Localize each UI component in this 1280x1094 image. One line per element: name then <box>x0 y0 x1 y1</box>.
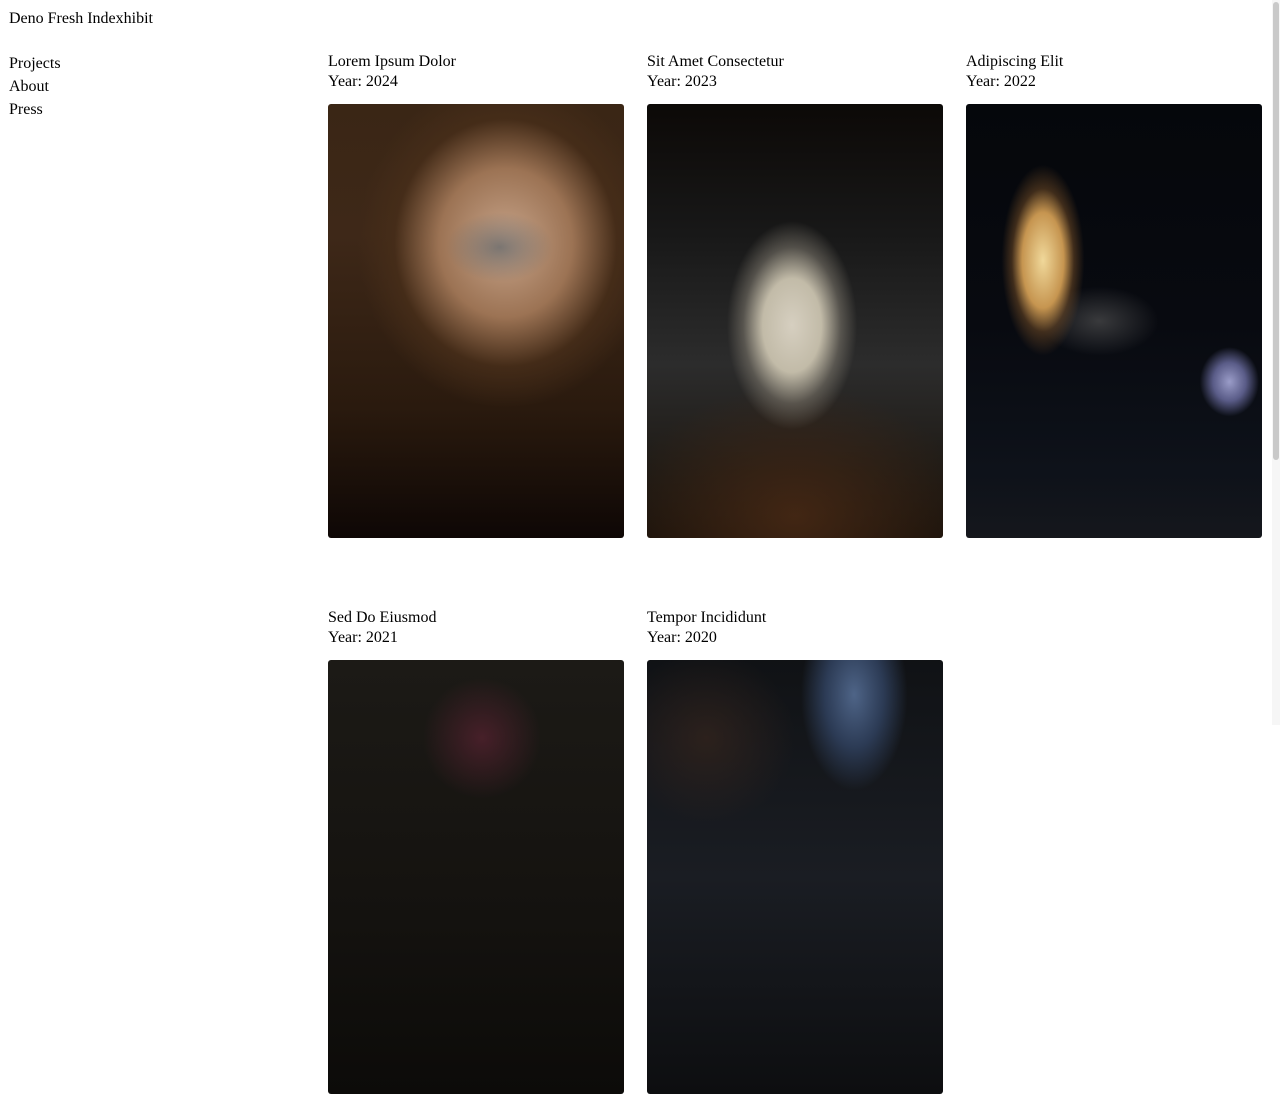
project-year: Year: 2024 <box>328 73 398 90</box>
project-thumbnail[interactable] <box>647 104 943 538</box>
project-card[interactable]: Sed Do Eiusmod Year: 2021 <box>328 608 624 1094</box>
project-title: Sit Amet Consectetur <box>647 53 784 70</box>
project-year: Year: 2022 <box>966 73 1036 90</box>
project-card[interactable]: Sit Amet Consectetur Year: 2023 <box>647 52 943 538</box>
project-card[interactable]: Lorem Ipsum Dolor Year: 2024 <box>328 52 624 538</box>
site-title-link[interactable]: Deno Fresh Indexhibit <box>9 9 153 29</box>
vertical-scrollbar[interactable] <box>1272 0 1280 725</box>
project-card[interactable]: Tempor Incididunt Year: 2020 <box>647 608 943 1094</box>
project-year: Year: 2020 <box>647 629 717 646</box>
nav-item-projects[interactable]: Projects <box>9 52 61 75</box>
project-thumbnail[interactable] <box>328 104 624 538</box>
nav-item-press[interactable]: Press <box>9 98 61 121</box>
project-thumbnail[interactable] <box>647 660 943 1094</box>
nav-item-about[interactable]: About <box>9 75 61 98</box>
project-thumbnail[interactable] <box>966 104 1262 538</box>
project-year: Year: 2023 <box>647 73 717 90</box>
project-title: Lorem Ipsum Dolor <box>328 53 456 70</box>
project-thumbnail[interactable] <box>328 660 624 1094</box>
project-title: Tempor Incididunt <box>647 609 767 626</box>
main-nav: Projects About Press <box>9 52 61 121</box>
scrollbar-thumb[interactable] <box>1273 2 1279 460</box>
project-title: Adipiscing Elit <box>966 53 1064 70</box>
project-card[interactable]: Adipiscing Elit Year: 2022 <box>966 52 1262 538</box>
project-year: Year: 2021 <box>328 629 398 646</box>
project-grid: Lorem Ipsum Dolor Year: 2024 Sit Amet Co… <box>328 52 1262 1094</box>
project-title: Sed Do Eiusmod <box>328 609 437 626</box>
